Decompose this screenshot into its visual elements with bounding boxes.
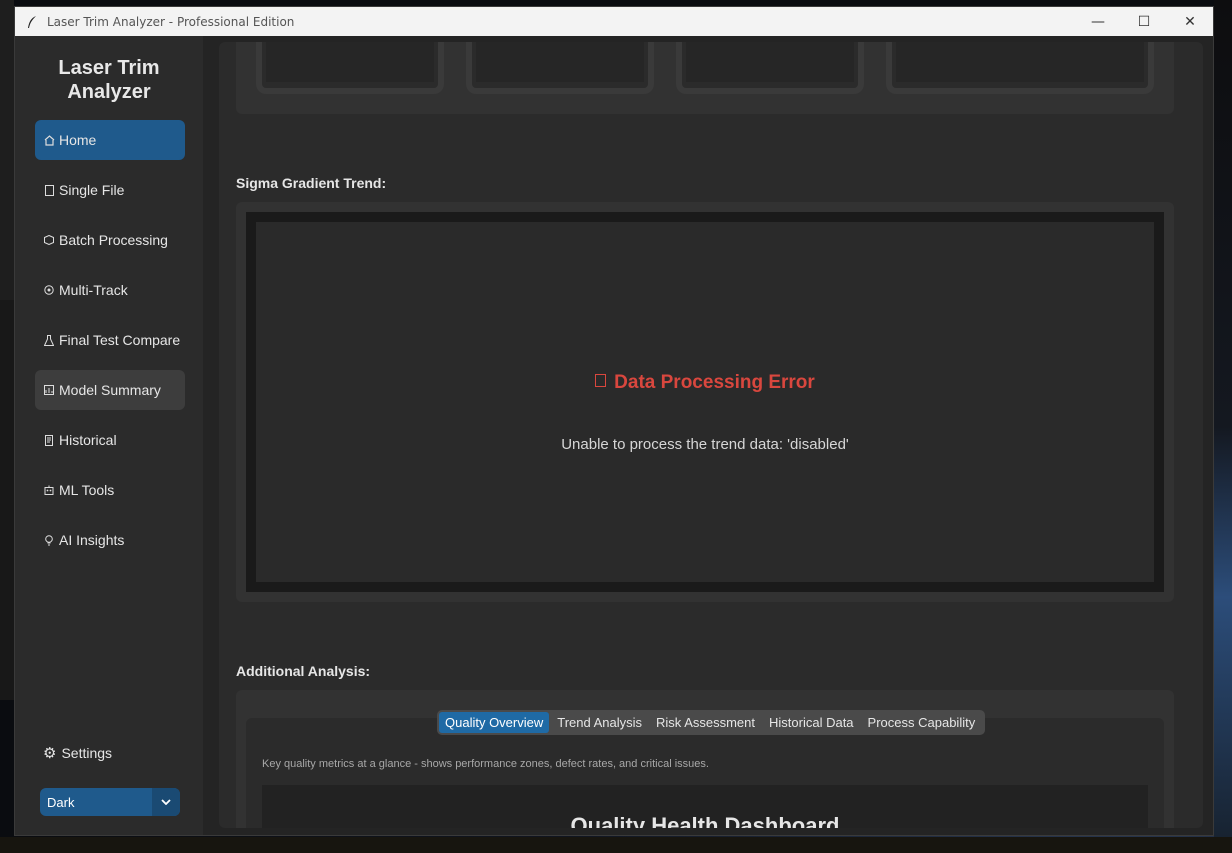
sidebar-item-label: Single File [59, 182, 125, 198]
background-editor [0, 0, 14, 300]
sidebar-item-home[interactable]: Home [35, 120, 185, 160]
flask-icon [43, 334, 55, 346]
sidebar-item-label: ML Tools [59, 482, 115, 498]
quality-dashboard: Quality Health Dashboard [262, 785, 1148, 828]
stat-card [256, 42, 444, 94]
window-title: Laser Trim Analyzer - Professional Editi… [47, 14, 295, 29]
tab-description: Key quality metrics at a glance - shows … [262, 758, 709, 770]
analysis-tabs: Quality Overview Trend Analysis Risk Ass… [437, 710, 986, 735]
additional-analysis-frame: Key quality metrics at a glance - shows … [236, 690, 1174, 828]
package-icon [43, 234, 55, 246]
sidebar-item-batch-processing[interactable]: Batch Processing [35, 220, 185, 260]
sidebar-item-ai-insights[interactable]: AI Insights [35, 520, 185, 560]
tab-historical-data[interactable]: Historical Data [763, 712, 860, 733]
sigma-gradient-label: Sigma Gradient Trend: [236, 175, 387, 191]
target-icon [43, 284, 55, 296]
app-title: Laser Trim Analyzer [58, 57, 160, 103]
minimize-button[interactable]: — [1075, 7, 1121, 36]
scrollable-content: Sigma Gradient Trend: Data Processing Er… [219, 42, 1203, 828]
stat-card [886, 42, 1154, 94]
home-icon [43, 134, 55, 146]
gear-icon: ⚙ [43, 745, 57, 762]
stat-card [676, 42, 864, 94]
theme-dropdown[interactable]: Dark [40, 788, 180, 816]
chart-icon [43, 384, 55, 396]
background-wallpaper [1214, 0, 1232, 853]
sidebar-item-label: AI Insights [59, 532, 125, 548]
sidebar-item-label: Historical [59, 432, 117, 448]
background-desktop-edge [0, 837, 1232, 853]
sidebar-item-final-test-compare[interactable]: Final Test Compare [35, 320, 185, 360]
scroll-icon [43, 434, 55, 446]
tab-quality-overview[interactable]: Quality Overview [439, 712, 550, 733]
sidebar-item-label: Multi-Track [59, 282, 128, 298]
background-terminal [0, 300, 14, 700]
sigma-trend-chart: Data Processing Error Unable to process … [256, 222, 1154, 582]
error-message: Unable to process the trend data: 'disab… [561, 436, 849, 453]
sidebar-item-label: Final Test Compare [59, 332, 181, 348]
stats-cards-row [236, 42, 1174, 114]
error-title: Data Processing Error [256, 372, 1154, 394]
additional-analysis-label: Additional Analysis: [236, 663, 371, 679]
close-button[interactable]: ✕ [1167, 7, 1213, 36]
stat-card [466, 42, 654, 94]
sidebar-item-label: Batch Processing [59, 232, 168, 248]
title-bar: Laser Trim Analyzer - Professional Editi… [15, 7, 1213, 36]
sidebar-item-label: Model Summary [59, 382, 161, 398]
error-icon [595, 374, 607, 388]
lightbulb-icon [43, 534, 55, 546]
app-window: Laser Trim Analyzer - Professional Editi… [14, 6, 1214, 836]
maximize-button[interactable]: ☐ [1121, 7, 1167, 36]
sidebar-item-single-file[interactable]: Single File [35, 170, 185, 210]
sidebar-item-model-summary[interactable]: Model Summary [35, 370, 185, 410]
sidebar: Laser Trim Analyzer Home Single File Bat… [15, 36, 203, 835]
tab-trend-analysis[interactable]: Trend Analysis [551, 712, 648, 733]
sidebar-item-label: Home [59, 132, 97, 148]
main-content: Sigma Gradient Trend: Data Processing Er… [203, 36, 1213, 835]
settings-label: Settings [61, 745, 113, 761]
tab-risk-assessment[interactable]: Risk Assessment [650, 712, 761, 733]
sigma-trend-chart-frame: Data Processing Error Unable to process … [236, 202, 1174, 602]
sidebar-item-historical[interactable]: Historical [35, 420, 185, 460]
settings-button[interactable]: ⚙ Settings [43, 741, 112, 765]
chevron-down-icon[interactable] [152, 788, 180, 816]
feather-icon [25, 15, 39, 29]
theme-dropdown-value: Dark [47, 794, 75, 810]
robot-icon [43, 484, 55, 496]
file-icon [43, 184, 55, 196]
sidebar-item-multi-track[interactable]: Multi-Track [35, 270, 185, 310]
dashboard-title: Quality Health Dashboard [570, 813, 840, 828]
sidebar-item-ml-tools[interactable]: ML Tools [35, 470, 185, 510]
tab-process-capability[interactable]: Process Capability [862, 712, 982, 733]
